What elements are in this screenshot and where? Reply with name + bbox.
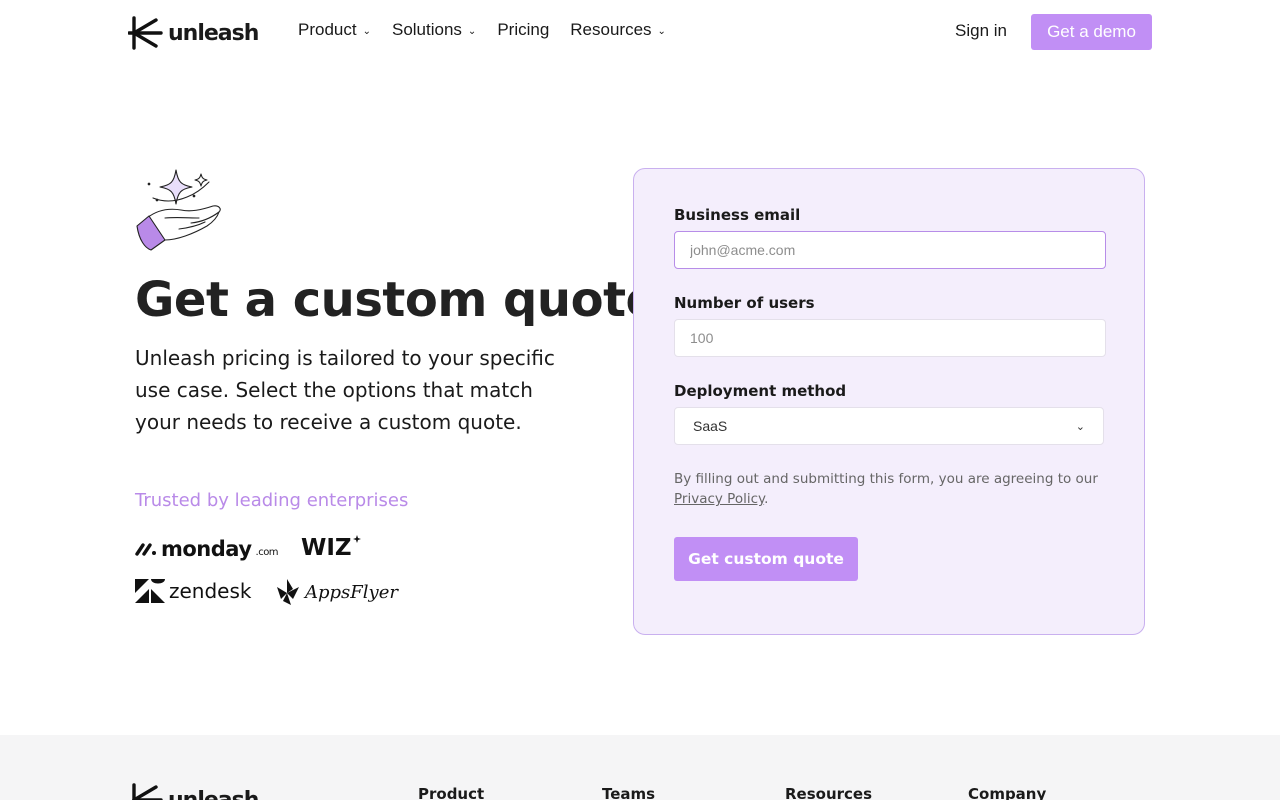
sign-in-link[interactable]: Sign in xyxy=(955,21,1007,41)
number-of-users-input[interactable] xyxy=(674,319,1106,357)
nav-solutions-label: Solutions xyxy=(391,20,462,39)
page-title: Get a custom quote xyxy=(135,272,658,328)
monday-logo-text: monday xyxy=(161,537,252,561)
brand-name: unleash xyxy=(168,20,259,46)
nav-pricing-label: Pricing xyxy=(497,20,550,39)
zendesk-logo-text: zendesk xyxy=(169,579,252,603)
nav-pricing[interactable]: Pricing xyxy=(497,20,549,40)
footer-unleash-logo[interactable]: unleash xyxy=(128,783,259,800)
site-footer: unleash Product Teams Resources Company xyxy=(0,735,1280,800)
zendesk-logo: zendesk xyxy=(135,579,251,603)
business-email-label: Business email xyxy=(674,206,801,224)
get-custom-quote-button[interactable]: Get custom quote xyxy=(674,537,858,581)
primary-nav: Product ⌄ Solutions ⌄ Pricing Resources … xyxy=(298,20,687,40)
appsflyer-logo: AppsFlyer xyxy=(275,577,398,607)
hand-sparkle-illustration xyxy=(136,169,221,251)
nav-resources-label: Resources xyxy=(570,20,652,39)
sparkle-icon xyxy=(352,535,361,543)
nav-resources[interactable]: Resources ⌄ xyxy=(570,20,666,40)
deployment-method-label: Deployment method xyxy=(674,382,847,400)
chevron-down-icon: ⌄ xyxy=(657,25,666,37)
monday-logo-suffix: .com xyxy=(255,547,279,558)
deployment-method-value: SaaS xyxy=(693,418,728,434)
footer-col-teams: Teams xyxy=(602,785,656,800)
monday-mark-icon xyxy=(135,543,156,556)
get-demo-button[interactable]: Get a demo xyxy=(1031,14,1152,50)
footer-col-company: Company xyxy=(968,785,1047,800)
appsflyer-mark-icon xyxy=(277,579,299,605)
unleash-logo-icon xyxy=(128,16,163,50)
footer-brand-name: unleash xyxy=(168,787,259,800)
hero-description: Unleash pricing is tailored to your spec… xyxy=(135,346,555,434)
nav-product[interactable]: Product ⌄ xyxy=(298,20,371,40)
zendesk-mark-icon xyxy=(135,579,165,603)
wiz-logo-text: WIZ xyxy=(301,535,352,561)
customer-logos: monday .com WIZ zendesk AppsFlyer xyxy=(135,535,398,615)
custom-quote-form: Business email Number of users Deploymen… xyxy=(633,168,1145,635)
business-email-input[interactable] xyxy=(674,231,1106,269)
unleash-logo-icon xyxy=(132,783,163,800)
chevron-down-icon: ⌄ xyxy=(467,25,477,37)
chevron-down-icon: ⌄ xyxy=(362,25,371,37)
chevron-down-icon: ⌄ xyxy=(1075,420,1085,433)
monday-logo: monday .com xyxy=(135,537,279,561)
appsflyer-logo-text: AppsFlyer xyxy=(305,581,398,603)
number-of-users-label: Number of users xyxy=(674,294,815,312)
wiz-logo: WIZ xyxy=(301,535,361,561)
nav-product-label: Product xyxy=(298,20,357,39)
nav-solutions[interactable]: Solutions ⌄ xyxy=(392,20,476,40)
consent-body: By filling out and submitting this form,… xyxy=(674,471,1098,487)
privacy-policy-link[interactable]: Privacy Policy xyxy=(674,491,764,507)
trusted-label: Trusted by leading enterprises xyxy=(135,490,409,511)
unleash-logo[interactable]: unleash xyxy=(128,16,259,50)
top-nav: unleash Product ⌄ Solutions ⌄ Pricing Re… xyxy=(0,0,1280,64)
footer-col-resources: Resources xyxy=(785,785,873,800)
deployment-method-select[interactable]: SaaS ⌄ xyxy=(674,407,1104,445)
consent-text: By filling out and submitting this form,… xyxy=(674,469,1104,509)
footer-col-product: Product xyxy=(418,785,485,800)
consent-period: . xyxy=(764,491,769,507)
